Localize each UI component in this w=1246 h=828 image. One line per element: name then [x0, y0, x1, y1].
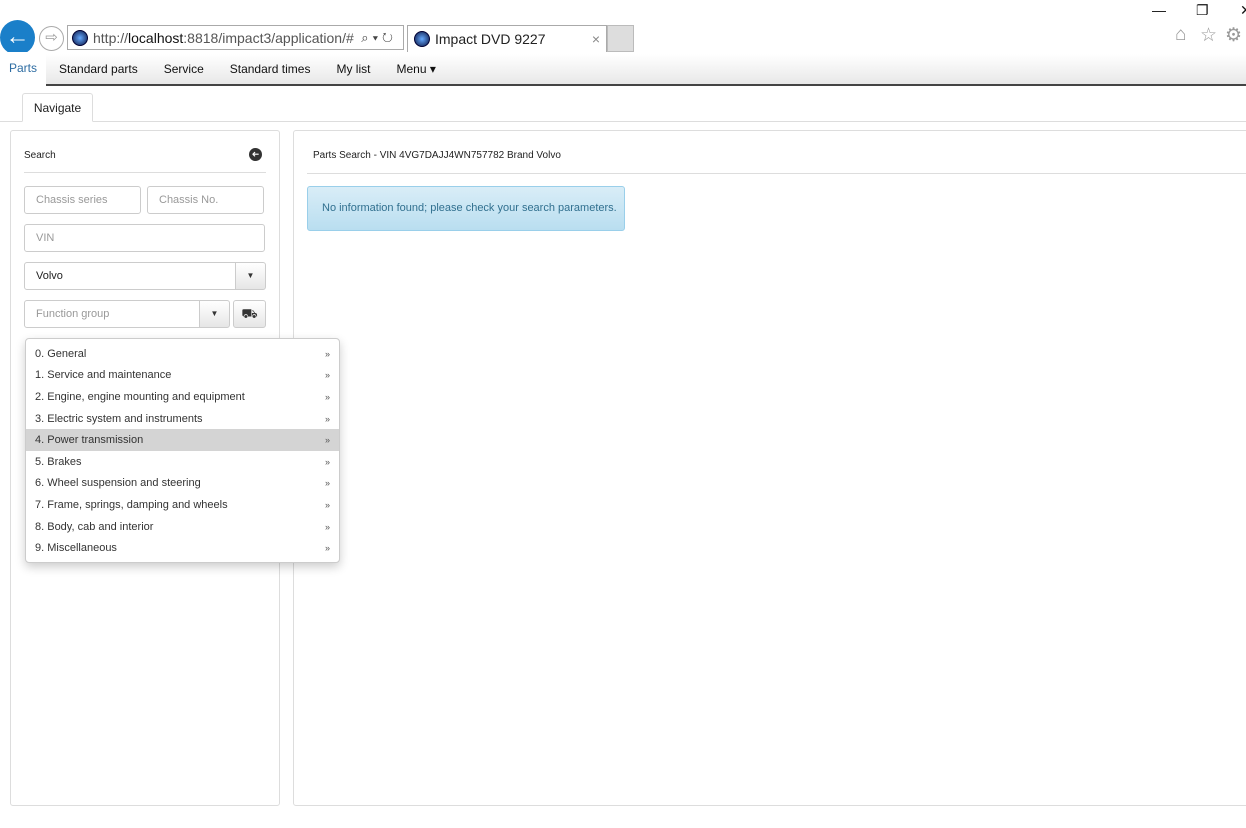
search-refresh-icons[interactable]: ⌕▾↻ — [361, 30, 397, 46]
menu-item[interactable]: 9. Miscellaneous » — [26, 537, 339, 559]
chassis-series-input[interactable]: Chassis series — [24, 186, 141, 214]
url-rest: :8818/impact3/application/# — [183, 29, 354, 46]
menu-item[interactable]: 8. Body, cab and interior » — [26, 516, 339, 538]
menu-item-label: 8. Body, cab and interior — [35, 520, 154, 533]
menu-item[interactable]: 2. Engine, engine mounting and equipment… — [26, 386, 339, 408]
menu-item[interactable]: 4. Power transmission » — [26, 429, 339, 451]
no-results-alert: No information found; please check your … — [307, 186, 625, 231]
results-panel: Parts Search - VIN 4VG7DAJJ4WN757782 Bra… — [293, 130, 1246, 806]
menu-item[interactable]: 1. Service and maintenance » — [26, 365, 339, 387]
menu-item-label: 2. Engine, engine mounting and equipment — [35, 390, 245, 403]
chevron-right-icon: » — [324, 370, 330, 381]
tab-navigate[interactable]: Navigate — [22, 93, 93, 122]
chevron-right-icon: » — [324, 499, 330, 510]
address-bar[interactable]: http://localhost:8818/impact3/applicatio… — [67, 25, 404, 50]
function-group-input[interactable]: Function group — [24, 300, 200, 328]
nav-parts[interactable]: Parts — [0, 52, 47, 86]
menu-item-label: 4. Power transmission — [35, 434, 144, 447]
close-window-button[interactable]: ✕ — [1240, 2, 1246, 19]
main-nav: Parts Standard parts Service Standard ti… — [0, 52, 1246, 86]
menu-item-label: 0. General — [35, 347, 87, 360]
function-group-dropdown-button[interactable]: ▼ — [199, 300, 230, 328]
chevron-right-icon: » — [324, 348, 330, 359]
menu-item-label: 3. Electric system and instruments — [35, 412, 203, 425]
function-group-menu: 0. General» 1. Service and maintenance» 2.… — [25, 338, 340, 563]
truck-icon[interactable]: ⛟ — [233, 300, 266, 328]
tab-title: Impact DVD 9227 — [435, 31, 546, 47]
url-host: localhost — [128, 29, 184, 46]
url-prefix: http:// — [93, 29, 129, 46]
menu-item[interactable]: 0. General » — [26, 343, 339, 365]
menu-item[interactable]: 6. Wheel suspension and steering » — [26, 473, 339, 495]
chevron-right-icon: » — [324, 543, 330, 554]
menu-item[interactable]: 3. Electric system and instruments » — [26, 408, 339, 430]
browser-tab[interactable]: Impact DVD 9227 × — [407, 25, 607, 52]
minimize-button[interactable]: — — [1152, 2, 1166, 18]
nav-service[interactable]: Service — [151, 62, 217, 76]
nav-my-list[interactable]: My list — [323, 62, 383, 76]
vin-input[interactable]: VIN — [24, 224, 265, 252]
subtab-bar: Navigate — [0, 93, 1246, 122]
chevron-right-icon: » — [324, 435, 330, 446]
menu-item-label: 5. Brakes — [35, 455, 82, 468]
globe-icon — [414, 31, 430, 47]
forward-button[interactable]: ⇨ — [39, 26, 64, 51]
nav-standard-parts[interactable]: Standard parts — [46, 62, 151, 76]
results-header: Parts Search - VIN 4VG7DAJJ4WN757782 Bra… — [313, 150, 561, 161]
new-tab-button[interactable] — [607, 25, 634, 52]
menu-item[interactable]: 5. Brakes » — [26, 451, 339, 473]
nav-menu[interactable]: Menu ▾ — [383, 62, 448, 76]
menu-item-label: 6. Wheel suspension and steering — [35, 477, 201, 490]
chevron-right-icon: » — [324, 478, 330, 489]
menu-item-label: 1. Service and maintenance — [35, 369, 172, 382]
nav-standard-times[interactable]: Standard times — [217, 62, 324, 76]
menu-item[interactable]: 7. Frame, springs, damping and wheels » — [26, 494, 339, 516]
chevron-right-icon: » — [324, 521, 330, 532]
chevron-right-icon: » — [324, 391, 330, 402]
brand-dropdown-button[interactable]: ▼ — [235, 262, 266, 290]
chevron-right-icon: » — [324, 413, 330, 424]
chassis-no-input[interactable]: Chassis No. — [147, 186, 264, 214]
home-icon[interactable]: ⌂ — [1175, 24, 1186, 46]
back-button[interactable]: ← — [0, 20, 35, 55]
globe-icon — [72, 29, 88, 46]
menu-item-label: 7. Frame, springs, damping and wheels — [35, 498, 228, 511]
search-title: Search — [24, 150, 56, 161]
restore-button[interactable]: ❐ — [1196, 2, 1209, 19]
brand-select[interactable]: Volvo — [24, 262, 236, 290]
star-icon[interactable]: ☆ — [1200, 24, 1217, 47]
collapse-icon[interactable]: ➜ — [249, 148, 262, 161]
close-tab-icon[interactable]: × — [592, 31, 600, 47]
gear-icon[interactable]: ⚙ — [1225, 24, 1242, 47]
chevron-right-icon: » — [324, 456, 330, 467]
menu-item-label: 9. Miscellaneous — [35, 542, 117, 555]
